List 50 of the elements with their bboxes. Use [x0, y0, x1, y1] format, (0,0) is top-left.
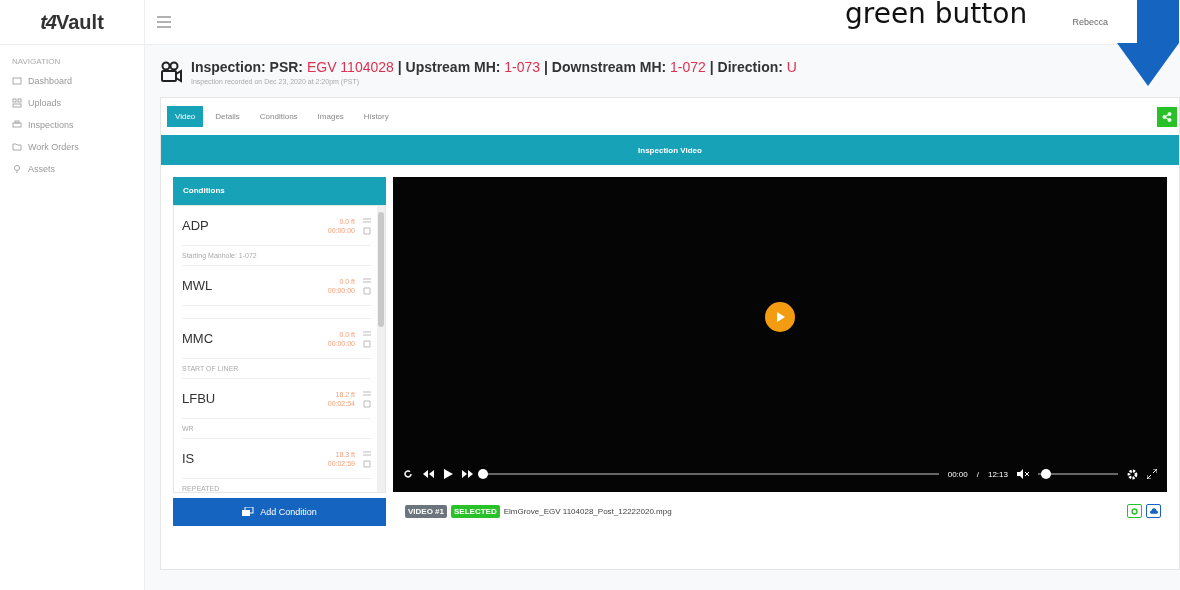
sidebar-item[interactable]: Work Orders	[0, 136, 144, 158]
grid-icon	[12, 98, 22, 108]
section-title: Inspection Video	[161, 135, 1179, 165]
fast-forward-icon[interactable]	[462, 469, 474, 479]
file-name: ElmGrove_EGV 1104028_Post_12222020.mpg	[503, 506, 672, 516]
user-name: Rebecca	[1072, 17, 1108, 27]
pin-icon	[12, 164, 22, 174]
condition-code: IS	[182, 451, 196, 466]
duration: 12:13	[987, 469, 1008, 479]
annotation-text: green button	[845, 0, 1028, 28]
sidebar-item[interactable]: Inspections	[0, 114, 144, 136]
rewind-icon[interactable]	[422, 469, 434, 479]
sidebar-item[interactable]: Dashboard	[0, 70, 144, 92]
nav-heading: NAVIGATION	[11, 56, 62, 68]
dashboard-icon	[12, 76, 22, 86]
conditions-header: Conditions	[173, 177, 386, 205]
mute-icon[interactable]	[1017, 469, 1029, 479]
video-camera-icon	[159, 60, 183, 84]
condition-code: ADP	[182, 218, 210, 233]
tab[interactable]: Details	[207, 106, 248, 127]
fullscreen-icon[interactable]	[1147, 469, 1157, 479]
tab[interactable]: History	[355, 106, 397, 127]
progress-handle[interactable]	[478, 469, 488, 479]
circle-icon	[1131, 507, 1138, 515]
tab[interactable]: Video	[167, 106, 204, 127]
file-badge: SELECTED	[451, 504, 500, 518]
sidebar-item[interactable]: Assets	[0, 158, 144, 180]
settings-icon[interactable]	[1127, 468, 1138, 480]
play-icon[interactable]	[443, 469, 453, 479]
play-button[interactable]	[765, 301, 795, 332]
condition-code: MMC	[182, 331, 215, 346]
share-icon	[1162, 111, 1172, 122]
condition-code: LFBU	[182, 391, 217, 406]
cloud-button[interactable]	[1146, 504, 1161, 518]
tab[interactable]: Conditions	[251, 106, 306, 127]
printer-icon	[12, 120, 22, 130]
folder-icon	[12, 142, 22, 152]
logo: t4Vault	[0, 0, 144, 45]
replay-icon[interactable]	[403, 469, 413, 479]
file-badge: VIDEO #1	[405, 504, 447, 518]
time-separator: /	[976, 469, 979, 479]
cloud-icon	[1149, 508, 1158, 514]
volume-handle[interactable]	[1041, 469, 1051, 479]
copy-icon	[242, 507, 255, 517]
add-condition-button[interactable]: Add Condition	[173, 498, 386, 526]
inspection-title: Inspection: PSR: EGV 1104028 | Upstream MH: 1-073 | Downstream MH: 1-072 | Direction: U	[191, 59, 797, 75]
current-time: 00:00	[947, 469, 968, 479]
sidebar-item[interactable]: Uploads	[0, 92, 144, 114]
tab[interactable]: Images	[309, 106, 352, 127]
condition-code: MWL	[182, 278, 214, 293]
